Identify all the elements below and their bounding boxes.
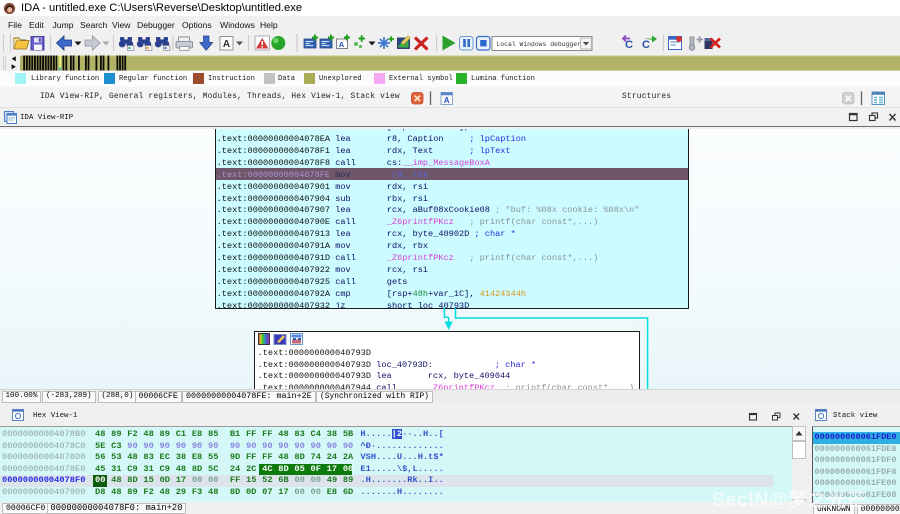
svg-text:Local Windows debugger: Local Windows debugger (497, 41, 582, 48)
svg-text:A: A (223, 39, 230, 50)
svg-text:A: A (339, 40, 345, 49)
svg-text:C: C (642, 39, 650, 51)
svg-text:A: A (444, 96, 450, 105)
